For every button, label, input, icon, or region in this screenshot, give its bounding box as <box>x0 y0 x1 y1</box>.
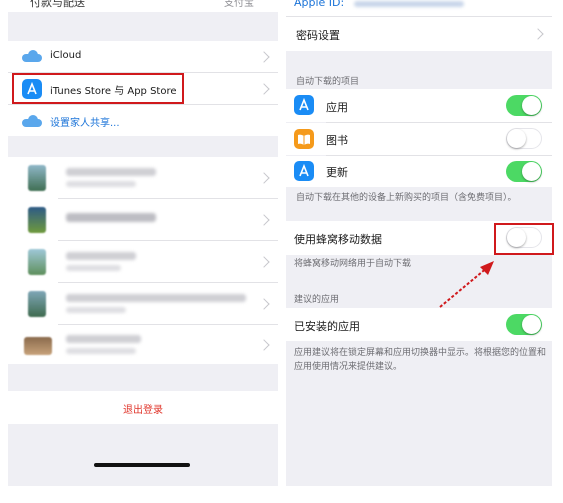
password-settings-row[interactable]: 密码设置 <box>286 17 552 51</box>
device-thumbnail <box>24 337 52 355</box>
books-toggle[interactable] <box>506 128 542 149</box>
updates-toggle[interactable] <box>506 161 542 182</box>
books-label: 图书 <box>326 134 348 147</box>
device-thumbnail <box>28 165 46 191</box>
logout-button[interactable]: 退出登录 <box>8 401 278 416</box>
apple-id-label: Apple ID: <box>294 0 345 9</box>
updates-row: 更新 <box>286 156 552 187</box>
chevron-right-icon <box>258 214 270 226</box>
chevron-right-icon <box>258 51 270 63</box>
home-indicator <box>94 463 190 467</box>
icloud-row[interactable]: iCloud <box>8 41 278 72</box>
books-icon <box>294 129 314 149</box>
apple-id-row: Apple ID: <box>286 0 552 16</box>
chevron-right-icon <box>258 339 270 351</box>
password-settings-label: 密码设置 <box>296 29 340 42</box>
installed-apps-row: 已安装的应用 <box>286 308 552 341</box>
books-row: 图书 <box>286 123 552 155</box>
device-row[interactable] <box>8 241 278 282</box>
family-sharing-link: 设置家人共享... <box>50 118 120 129</box>
payment-value: 支付宝 <box>224 0 254 9</box>
devices-list <box>8 157 278 364</box>
chevron-right-icon <box>258 256 270 268</box>
device-row[interactable] <box>8 325 278 364</box>
device-thumbnail <box>28 249 46 275</box>
icloud-label: iCloud <box>50 50 82 61</box>
family-cloud-icon <box>22 115 42 127</box>
updates-label: 更新 <box>326 166 348 179</box>
device-row[interactable] <box>8 157 278 198</box>
apps-row: 应用 <box>286 89 552 122</box>
cellular-footer: 将蜂窝移动网络用于自动下载 <box>294 259 412 269</box>
installed-apps-label: 已安装的应用 <box>294 320 360 333</box>
installed-apps-toggle[interactable] <box>506 314 542 335</box>
auto-download-header: 自动下载的项目 <box>296 77 360 87</box>
device-thumbnail <box>28 291 46 317</box>
chevron-right-icon <box>258 172 270 184</box>
payment-row[interactable]: 付款与配送 支付宝 <box>8 0 278 12</box>
device-thumbnail <box>28 207 46 233</box>
itunes-highlight-box <box>12 73 184 104</box>
cellular-highlight-box <box>494 223 554 255</box>
red-arrow-icon <box>439 261 494 308</box>
apps-label: 应用 <box>326 101 348 114</box>
suggested-apps-header: 建议的应用 <box>294 295 340 305</box>
device-row[interactable] <box>8 283 278 324</box>
device-row[interactable] <box>8 199 278 240</box>
suggested-apps-footer: 应用建议将在锁定屏幕和应用切换器中显示。将根据您的位置和应用使用情况来提供建议。 <box>294 348 547 372</box>
apps-toggle[interactable] <box>506 95 542 116</box>
payment-label: 付款与配送 <box>30 0 85 9</box>
cellular-data-label: 使用蜂窝移动数据 <box>294 233 382 246</box>
family-sharing-row[interactable]: 设置家人共享... <box>8 105 278 136</box>
chevron-right-icon <box>532 28 544 40</box>
app-store-icon <box>294 95 314 115</box>
icloud-icon <box>22 50 42 62</box>
auto-download-footer: 自动下载在其他的设备上新购买的项目（含免费项目）。 <box>296 193 517 203</box>
chevron-right-icon <box>258 83 270 95</box>
logout-row[interactable]: 退出登录 <box>8 391 278 424</box>
chevron-right-icon <box>258 298 270 310</box>
app-store-icon <box>294 161 314 181</box>
